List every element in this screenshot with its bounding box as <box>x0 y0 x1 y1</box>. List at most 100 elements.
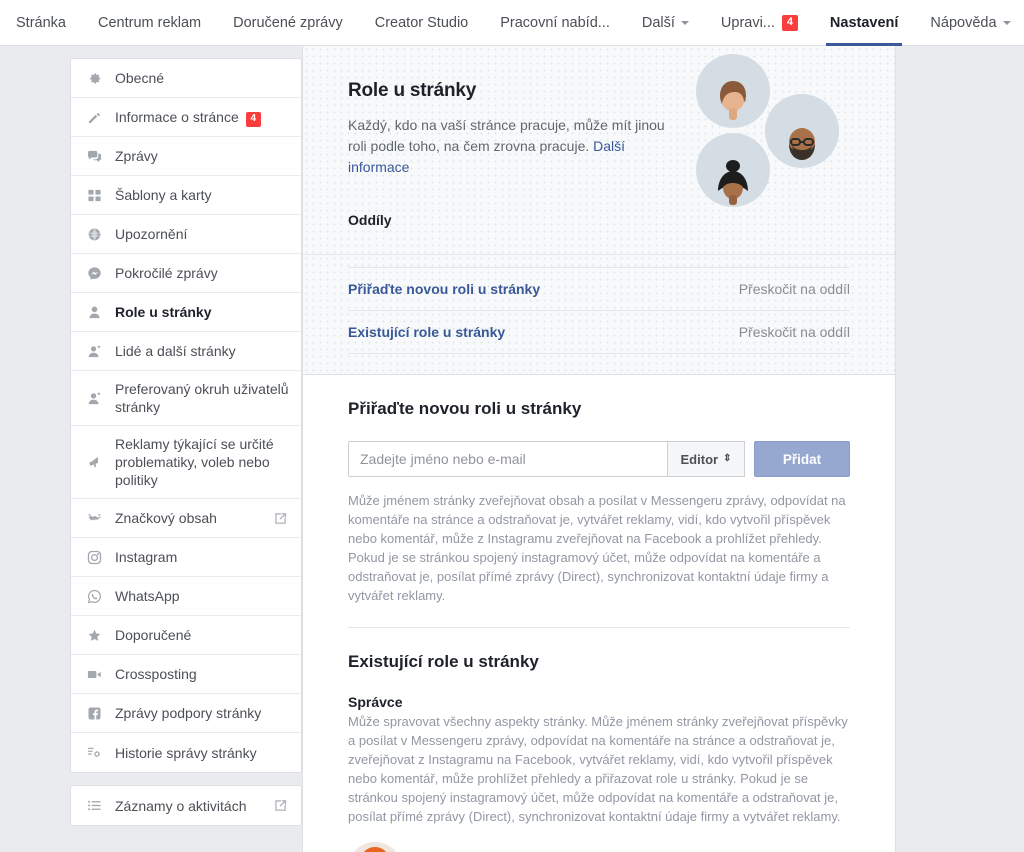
person-icon <box>84 304 104 320</box>
sidebar-item-lidé-a-další-stránky[interactable]: Lidé a další stránky <box>71 332 301 371</box>
sidebar-item-label: Pokročilé zprávy <box>115 264 289 282</box>
sidebar-item-role-u-stránky[interactable]: Role u stránky <box>71 293 301 332</box>
sidebar-item-label: Instagram <box>115 548 289 566</box>
sidebar-item-label: Zprávy podpory stránky <box>115 704 289 722</box>
sidebar-item-label: WhatsApp <box>115 587 289 605</box>
chevron-down-icon <box>681 21 689 25</box>
jump-to-section-link-1[interactable]: Přeskočit na oddíl <box>739 281 850 297</box>
page-body: Obecné Informace o stránce4 Zprávy Šablony … <box>0 46 1024 852</box>
nav-item-label: Creator Studio <box>375 15 469 31</box>
editor-role-description: Může jménem stránky zveřejňovat obsah a … <box>348 491 850 605</box>
sidebar-item-šablony-a-karty[interactable]: Šablony a karty <box>71 176 301 215</box>
jump-to-section-link-2[interactable]: Přeskočit na oddíl <box>739 324 850 340</box>
nav-item-label: Pracovní nabíd... <box>500 15 610 31</box>
pencil-icon <box>84 109 104 125</box>
whatsapp-icon <box>84 588 104 604</box>
history-gear-icon <box>84 745 104 761</box>
top-nav-right-group: Upravi... 4 Nastavení Nápověda <box>705 0 1024 45</box>
globe-icon <box>84 226 104 242</box>
sidebar-item-label: Šablony a karty <box>115 186 289 204</box>
assign-new-role-section: Přiřaďte novou roli u stránky Editor ⇕ P… <box>303 375 895 605</box>
nav-item-creator-studio[interactable]: Creator Studio <box>359 0 485 45</box>
facebook-icon <box>84 705 104 721</box>
avatar-illustration-2 <box>765 94 839 168</box>
sidebar-item-badge: 4 <box>246 112 261 127</box>
sidebar-item-label: Preferovaný okruh uživatelů stránky <box>115 380 289 416</box>
sidebar-item-záznamy-o-aktivitách[interactable]: Záznamy o aktivitách <box>71 786 301 825</box>
add-role-button[interactable]: Přidat <box>754 441 850 477</box>
nav-item-badge: 4 <box>782 15 798 31</box>
sidebar-item-značkový-obsah[interactable]: Značkový obsah <box>71 499 301 538</box>
sidebar-item-upozornění[interactable]: Upozornění <box>71 215 301 254</box>
role-select-dropdown[interactable]: Editor ⇕ <box>667 441 745 477</box>
section-link-2[interactable]: Existující role u stránky <box>348 324 505 340</box>
nav-item-str-nka[interactable]: Stránka <box>0 0 82 45</box>
nav-item-centrum-reklam[interactable]: Centrum reklam <box>82 0 217 45</box>
sidebar-item-zprávy-podpory-stránky[interactable]: Zprávy podpory stránky <box>71 694 301 733</box>
nav-item-label: Stránka <box>16 15 66 31</box>
chat-bubbles-icon <box>84 148 104 164</box>
external-link-icon[interactable] <box>273 511 289 526</box>
chevron-updown-icon: ⇕ <box>723 454 731 464</box>
external-link-icon[interactable] <box>273 798 289 813</box>
nav-item-label: Nápověda <box>930 15 996 31</box>
grid-icon <box>84 187 104 203</box>
sidebar-item-label: Doporučené <box>115 626 289 644</box>
sidebar-item-obecné[interactable]: Obecné <box>71 59 301 98</box>
person-name-input[interactable] <box>348 441 667 477</box>
sidebar-item-label: Crossposting <box>115 665 289 683</box>
sidebar-item-reklamy-týkající-se-určité-problem[interactable]: Reklamy týkající se určité problematiky,… <box>71 426 301 499</box>
chevron-down-icon <box>1003 21 1011 25</box>
avatar-illustration-1 <box>696 54 770 128</box>
section-link-1[interactable]: Přiřaďte novou roli u stránky <box>348 281 540 297</box>
sidebar-item-zprávy[interactable]: Zprávy <box>71 137 301 176</box>
nav-item-nastaven[interactable]: Nastavení <box>814 0 915 45</box>
sidebar-item-preferovaný-okruh-uživatelů-stránk[interactable]: Preferovaný okruh uživatelů stránky <box>71 371 301 426</box>
section-row: Přiřaďte novou roli u stránky Přeskočit n… <box>348 267 850 310</box>
handshake-icon <box>84 510 104 526</box>
existing-section-title: Existující role u stránky <box>348 652 850 672</box>
assign-section-title: Přiřaďte novou roli u stránky <box>348 399 850 419</box>
nav-item-dal[interactable]: Další <box>626 0 705 45</box>
sidebar-item-label: Obecné <box>115 69 289 87</box>
nav-item-doru-en-zpr-vy[interactable]: Doručené zprávy <box>217 0 359 45</box>
nav-item-label: Doručené zprávy <box>233 15 343 31</box>
gear-icon <box>84 70 104 86</box>
nav-item-label: Další <box>642 15 675 31</box>
messenger-icon <box>84 265 104 281</box>
star-icon <box>84 627 104 643</box>
sidebar-item-whatsapp[interactable]: WhatsApp <box>71 577 301 616</box>
person-row: Klára Mouchová Správce Upravit <box>348 842 850 852</box>
nav-item-label: Upravi... <box>721 15 775 31</box>
top-navigation-bar: Stránka Centrum reklam Doručené zprávy Crea… <box>0 0 1024 46</box>
person-avatar <box>348 842 402 852</box>
page-roles-hero: Role u stránky Každý, kdo na vaší stránc… <box>303 46 895 255</box>
assign-role-form: Editor ⇕ Přidat <box>348 441 850 477</box>
megaphone-icon <box>84 454 104 470</box>
person-star-icon <box>84 343 104 359</box>
sidebar-item-label: Zprávy <box>115 147 289 165</box>
sidebar-item-doporučené[interactable]: Doporučené <box>71 616 301 655</box>
nav-item-n-pov-da[interactable]: Nápověda <box>914 0 1024 45</box>
list-icon <box>84 798 104 814</box>
sidebar-item-label: Upozornění <box>115 225 289 243</box>
sidebar-item-pokročilé-zprávy[interactable]: Pokročilé zprávy <box>71 254 301 293</box>
sidebar-item-label: Role u stránky <box>115 303 289 321</box>
main-content-panel: Role u stránky Každý, kdo na vaší stránc… <box>302 46 896 852</box>
sidebar-item-crossposting[interactable]: Crossposting <box>71 655 301 694</box>
nav-item-label: Centrum reklam <box>98 15 201 31</box>
nav-item-pracovn-nab-d[interactable]: Pracovní nabíd... <box>484 0 626 45</box>
avatar-illustration-3 <box>696 133 770 207</box>
sidebar-item-label: Reklamy týkající se určité problematiky,… <box>115 435 289 489</box>
role-select-value: Editor <box>681 452 719 467</box>
video-icon <box>84 666 104 682</box>
hero-description: Každý, kdo na vaší stránce pracuje, může… <box>348 115 678 178</box>
sidebar-item-label: Záznamy o aktivitách <box>115 797 265 815</box>
section-row: Existující role u stránky Přeskočit na od… <box>348 310 850 354</box>
sidebar-item-informace-o-stránce[interactable]: Informace o stránce4 <box>71 98 301 137</box>
existing-role-description: Může spravovat všechny aspekty stránky. … <box>348 712 850 826</box>
sidebar-item-label: Značkový obsah <box>115 509 265 527</box>
sidebar-item-instagram[interactable]: Instagram <box>71 538 301 577</box>
nav-item-upravi[interactable]: Upravi... 4 <box>705 0 814 45</box>
sidebar-item-historie-správy-stránky[interactable]: Historie správy stránky <box>71 733 301 772</box>
